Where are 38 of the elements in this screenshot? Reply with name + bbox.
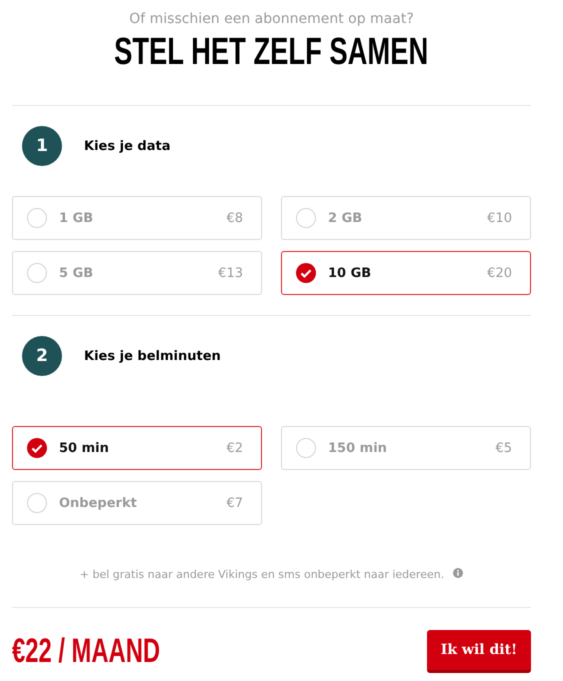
option-label: Onbeperkt [59, 496, 138, 510]
order-button[interactable]: Ik wil dit! [427, 630, 531, 673]
step-number: 2 [22, 336, 62, 376]
option-button[interactable]: 10 GB €20 [281, 251, 531, 295]
option-price: €20 [487, 266, 512, 280]
info-icon[interactable] [453, 568, 464, 578]
option-button[interactable]: 5 GB €13 [12, 251, 262, 295]
option-price: €13 [218, 266, 243, 280]
subtitle: Of misschien een abonnement op maat? [129, 11, 414, 27]
info-note: + bel gratis naar andere Vikings en sms onbeperkt naar iedereen. [80, 568, 444, 581]
option-label: 50 min [59, 440, 110, 456]
option-label: 10 GB [328, 266, 372, 280]
option-label: 5 GB [59, 266, 94, 280]
step-title: Kies je data [84, 138, 170, 154]
checked-radio-icon [296, 263, 316, 283]
option-button[interactable]: 50 min €2 [12, 426, 262, 470]
option-label: 150 min [328, 440, 388, 456]
step-title: Kies je belminuten [84, 348, 221, 364]
option-button[interactable]: 150 min €5 [281, 426, 531, 470]
option-price: €7 [226, 496, 243, 510]
option-price: €10 [487, 210, 512, 226]
radio-icon [27, 208, 47, 228]
page-title: STEL HET ZELF SAMEN [114, 33, 429, 69]
option-price: €2 [226, 440, 243, 456]
option-price: €5 [495, 440, 512, 456]
option-button[interactable]: Onbeperkt €7 [12, 481, 262, 525]
option-price: €8 [226, 210, 243, 226]
option-button[interactable]: 1 GB €8 [12, 196, 262, 240]
option-label: 1 GB [59, 210, 94, 226]
step-number: 1 [22, 126, 62, 166]
radio-icon [296, 208, 316, 228]
option-button[interactable]: 2 GB €10 [281, 196, 531, 240]
checked-radio-icon [27, 438, 47, 458]
radio-icon [27, 493, 47, 513]
option-label: 2 GB [328, 210, 364, 226]
radio-icon [296, 438, 316, 458]
radio-icon [27, 263, 47, 283]
total-price: €22 / MAAND [12, 632, 160, 671]
